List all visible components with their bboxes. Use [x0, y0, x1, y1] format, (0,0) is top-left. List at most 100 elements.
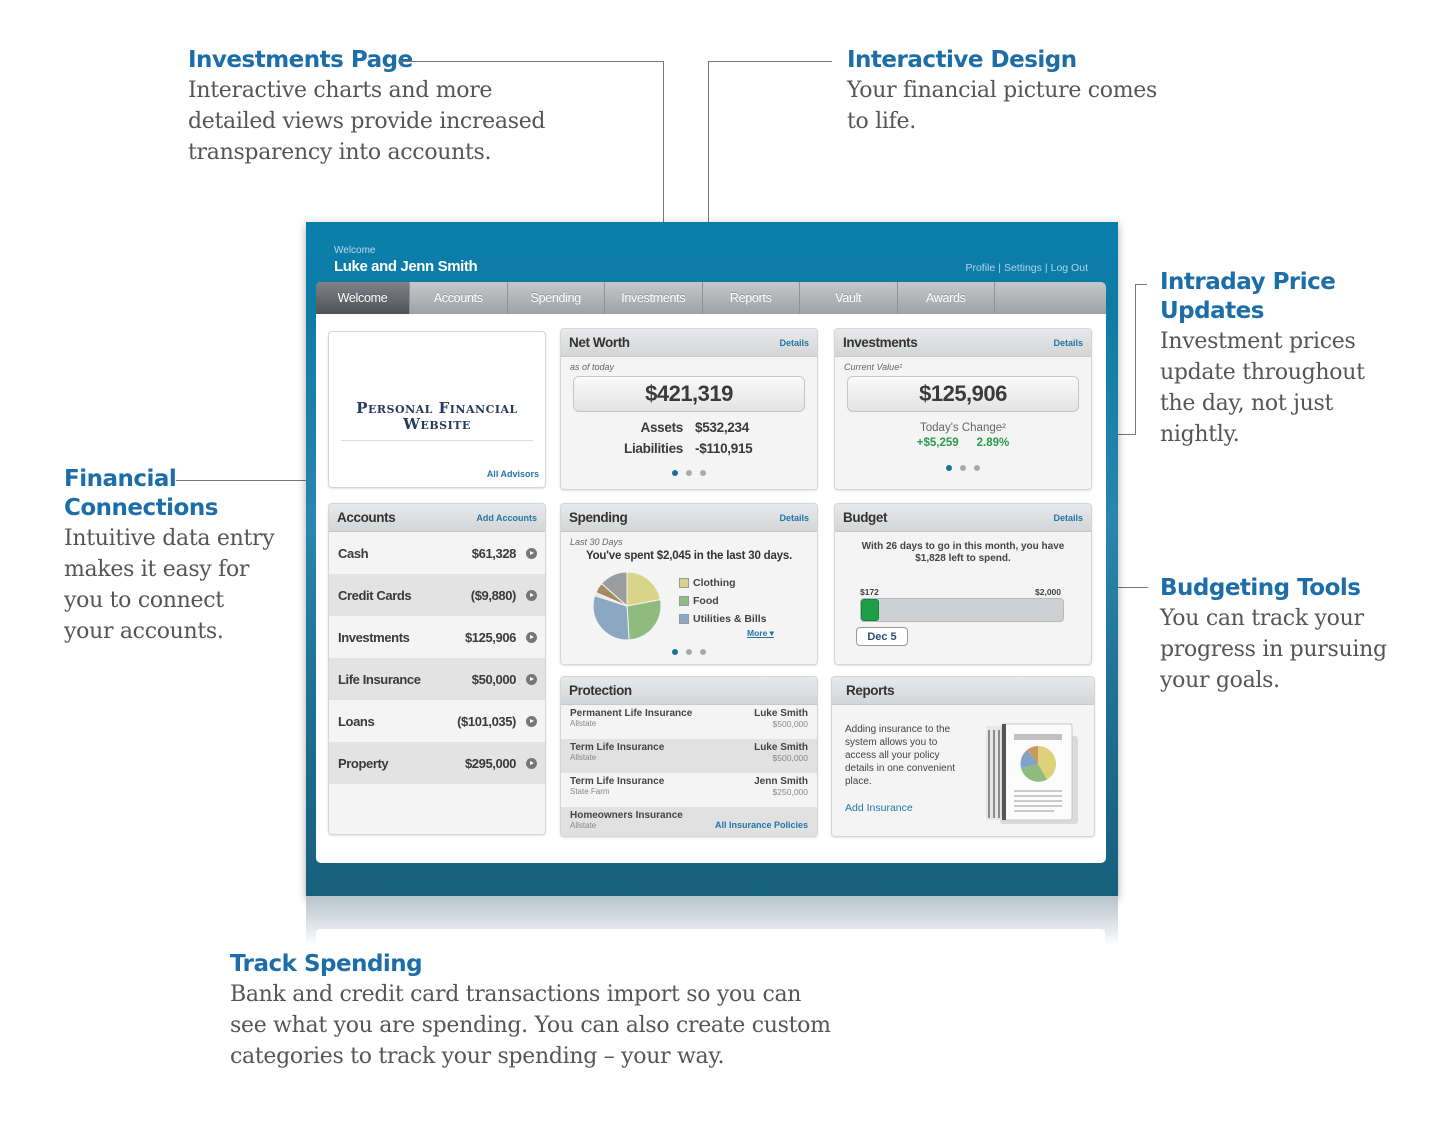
page-dot[interactable] — [974, 465, 980, 471]
account-value: $50,000 — [471, 671, 517, 687]
page-dot[interactable] — [700, 470, 706, 476]
budget-message: With 26 days to go in this month, you ha… — [861, 541, 1065, 564]
account-links: Profile | Settings | Log Out — [965, 262, 1088, 274]
policy-row[interactable]: Term Life Insurance State Farm Jenn Smith… — [561, 773, 817, 807]
legend-label: Clothing — [693, 577, 736, 589]
policy-company: Allstate — [570, 821, 597, 830]
logo-line: Website — [403, 415, 471, 433]
accounts-card: Accounts Add Accounts Cash $61,328 Credi… — [328, 503, 546, 835]
user-name: Luke and Jenn Smith — [334, 258, 478, 275]
investments-total: $125,906 — [847, 376, 1079, 412]
tab-accounts[interactable]: Accounts — [410, 282, 508, 314]
callout-line: to life. — [847, 109, 916, 134]
profile-link[interactable]: Profile — [965, 262, 995, 274]
callout-line: Interactive charts and more — [188, 78, 493, 103]
callout-line: you to connect — [64, 588, 224, 613]
policy-holder: Jenn Smith — [754, 776, 808, 787]
account-row-life-insurance[interactable]: Life Insurance $50,000 — [329, 658, 545, 700]
add-accounts-link[interactable]: Add Accounts — [476, 513, 537, 523]
more-dropdown-link[interactable]: More ▾ — [747, 628, 774, 639]
tab-reports[interactable]: Reports — [703, 282, 800, 314]
card-header: Reports — [832, 677, 1094, 705]
account-row-loans[interactable]: Loans ($101,035) — [329, 700, 545, 742]
page-dot[interactable] — [672, 649, 678, 655]
legend-item-food: Food — [679, 592, 767, 610]
card-header: Budget Details — [835, 504, 1091, 532]
page-dot[interactable] — [672, 470, 678, 476]
callout-body: Investment prices update throughout the … — [1160, 326, 1365, 450]
callout-line: transparency into accounts. — [188, 140, 492, 165]
spending-card: Spending Details Last 30 Days You've spe… — [560, 503, 818, 665]
todays-change: +$5,259 2.89% — [835, 437, 1091, 449]
policy-row[interactable]: Term Life Insurance Allstate Luke Smith $5… — [561, 739, 817, 773]
site-logo: Personal Financial Website — [329, 400, 545, 432]
account-row-cash[interactable]: Cash $61,328 — [329, 532, 545, 574]
account-row-credit-cards[interactable]: Credit Cards ($9,880) — [329, 574, 545, 616]
legend-item-clothing: Clothing — [679, 574, 767, 592]
details-link[interactable]: Details — [779, 513, 809, 523]
policy-holder: Luke Smith — [754, 708, 808, 719]
account-row-property[interactable]: Property $295,000 — [329, 742, 545, 784]
callout-title: Track Spending — [230, 951, 423, 977]
tab-vault[interactable]: Vault — [800, 282, 898, 314]
chevron-right-icon[interactable] — [526, 631, 537, 643]
callout-title: Interactive Design — [847, 47, 1077, 73]
details-link[interactable]: Details — [1053, 338, 1083, 348]
callout-line: see what you are spending. You can also … — [230, 1013, 831, 1038]
liabilities-row: Liabilities -$110,915 — [561, 441, 817, 456]
account-value: $61,328 — [471, 545, 517, 561]
page-dot[interactable] — [686, 649, 692, 655]
chevron-right-icon[interactable] — [526, 673, 537, 685]
card-header: Spending Details — [561, 504, 817, 532]
logout-link[interactable]: Log Out — [1051, 262, 1088, 274]
tab-investments[interactable]: Investments — [605, 282, 703, 314]
policy-row[interactable]: Homeowners Insurance Allstate All Insuran… — [561, 807, 817, 836]
policy-row[interactable]: Permanent Life Insurance Allstate Luke Sm… — [561, 705, 817, 739]
settings-link[interactable]: Settings — [1004, 262, 1042, 274]
policy-amount: $500,000 — [772, 719, 808, 729]
divider — [341, 440, 533, 441]
details-link[interactable]: Details — [779, 338, 809, 348]
page-dot[interactable] — [946, 465, 952, 471]
chevron-right-icon[interactable] — [526, 547, 537, 559]
callout-line: You can track your — [1160, 606, 1364, 631]
main-nav: Welcome Accounts Spending Investments Re… — [316, 282, 1106, 314]
card-header: Protection — [561, 677, 817, 705]
tab-awards[interactable]: Awards — [898, 282, 995, 314]
account-row-investments[interactable]: Investments $125,906 — [329, 616, 545, 658]
spending-pie-chart[interactable] — [591, 570, 663, 642]
callout-title: Financial Connections — [64, 465, 274, 523]
page-dot[interactable] — [960, 465, 966, 471]
chevron-right-icon[interactable] — [526, 589, 537, 601]
legend-label: Utilities & Bills — [693, 613, 767, 625]
callout-body: Interactive charts and more detailed vie… — [188, 75, 546, 168]
callout-line: your goals. — [1160, 668, 1280, 693]
tab-welcome[interactable]: Welcome — [316, 282, 410, 314]
tab-spending[interactable]: Spending — [508, 282, 605, 314]
card-subtitle: Current Value¹ — [844, 362, 903, 372]
all-insurance-policies-link[interactable]: All Insurance Policies — [715, 820, 808, 830]
callout-interactive-design: Interactive Design Your financial pictur… — [847, 46, 1157, 137]
todays-change-label: Today's Change² — [920, 422, 1006, 434]
all-advisors-link[interactable]: All Advisors — [487, 469, 539, 479]
chevron-right-icon[interactable] — [526, 715, 537, 727]
callout-line: detailed views provide increased — [188, 109, 546, 134]
page-dot[interactable] — [686, 470, 692, 476]
leader-line — [398, 61, 664, 62]
net-worth-total: $421,319 — [573, 376, 805, 412]
card-header: Net Worth Details — [561, 329, 817, 357]
add-insurance-link[interactable]: Add Insurance — [845, 802, 913, 814]
separator: | — [1044, 262, 1048, 274]
callout-line: update throughout — [1160, 360, 1365, 385]
callout-budgeting-tools: Budgeting Tools You can track your progr… — [1160, 574, 1387, 696]
policy-amount: $500,000 — [772, 753, 808, 763]
callout-title-line: Connections — [64, 495, 218, 521]
page-dot[interactable] — [700, 649, 706, 655]
details-link[interactable]: Details — [1053, 513, 1083, 523]
policy-name: Term Life Insurance — [570, 776, 665, 787]
policy-name: Permanent Life Insurance — [570, 708, 693, 719]
chevron-right-icon[interactable] — [526, 757, 537, 769]
liabilities-label: Liabilities — [624, 441, 683, 456]
pie-slice-food[interactable] — [626, 599, 662, 641]
card-title: Investments — [843, 335, 918, 350]
